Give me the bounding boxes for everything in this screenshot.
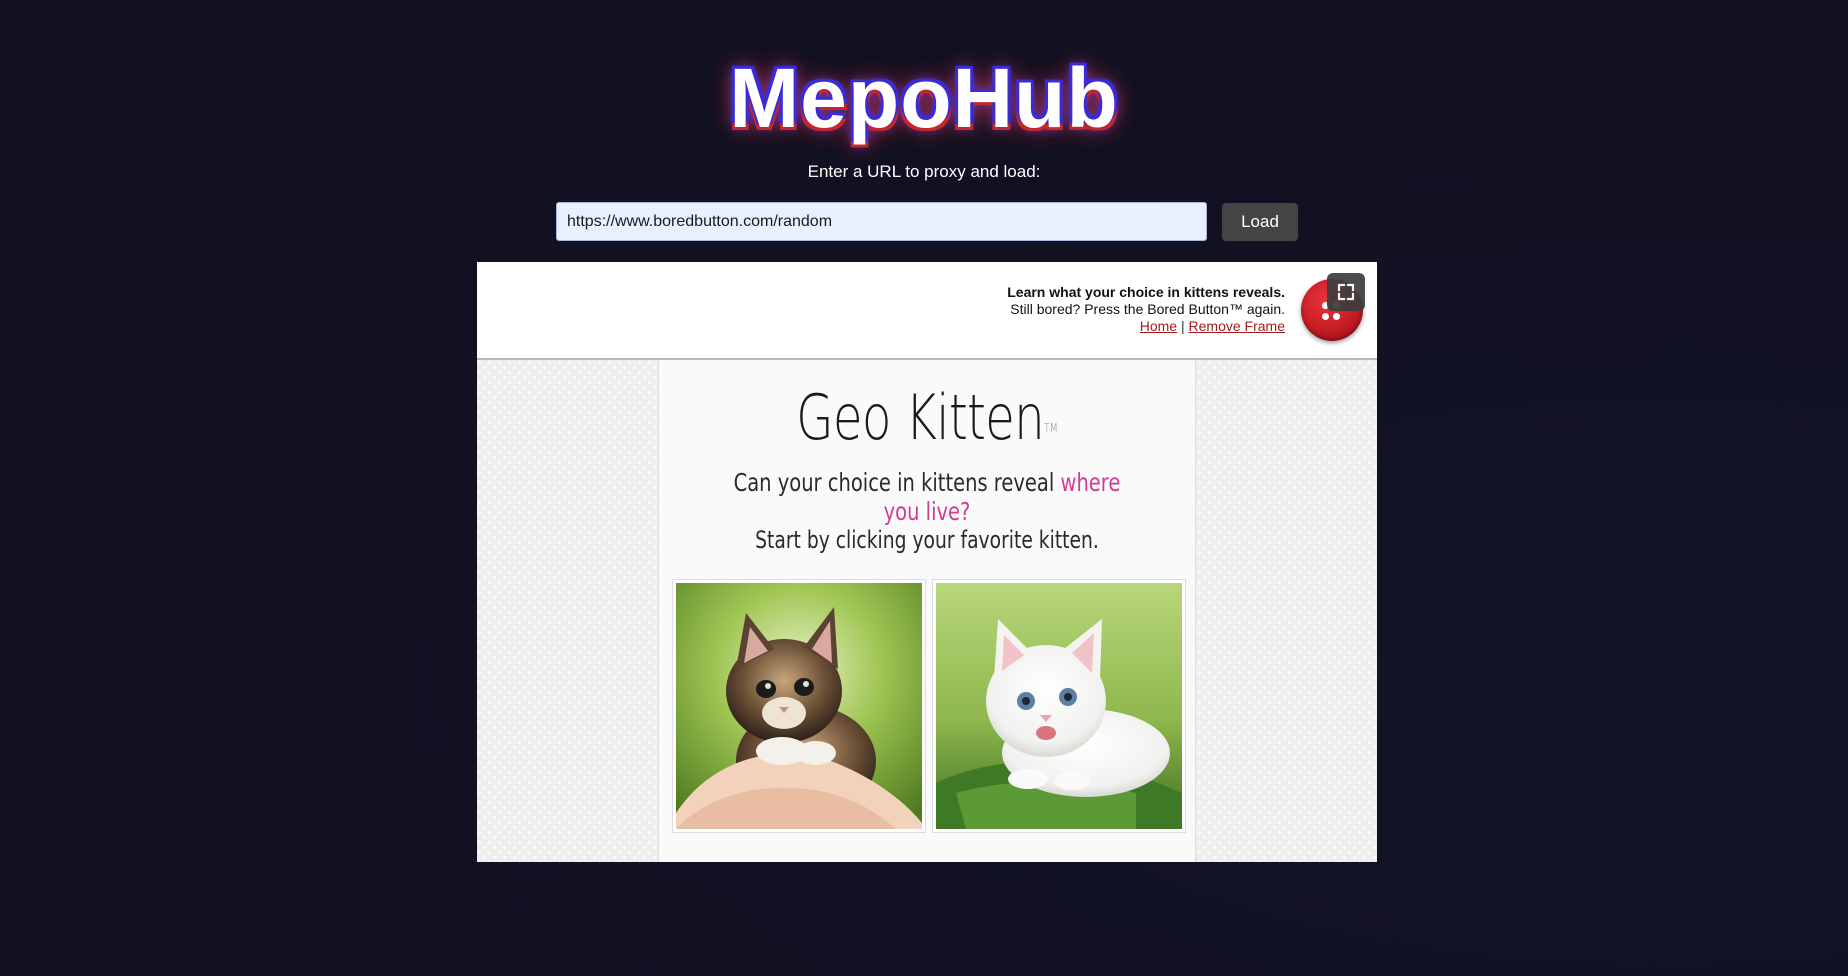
app-logo: MepoHub xyxy=(729,51,1119,145)
header-text: Learn what your choice in kittens reveal… xyxy=(1007,284,1285,335)
home-link[interactable]: Home xyxy=(1140,318,1177,334)
trademark: TM xyxy=(1044,421,1058,435)
button-hole xyxy=(1333,313,1340,320)
fullscreen-icon xyxy=(1337,283,1355,301)
white-kitten-image xyxy=(936,583,1182,829)
kitten-choice-2[interactable] xyxy=(932,579,1186,833)
header-title: Learn what your choice in kittens reveal… xyxy=(1007,284,1285,300)
link-separator: | xyxy=(1181,318,1185,334)
header-links: Home | Remove Frame xyxy=(1007,318,1285,335)
url-input[interactable] xyxy=(556,202,1207,241)
remove-frame-link[interactable]: Remove Frame xyxy=(1189,318,1285,334)
load-button[interactable]: Load xyxy=(1222,203,1298,241)
tabby-kitten-image xyxy=(676,583,922,829)
frame-body: Geo KittenTM Can your choice in kittens … xyxy=(477,360,1377,862)
proxy-frame: Learn what your choice in kittens reveal… xyxy=(477,262,1377,862)
tagline: Can your choice in kittens reveal where … xyxy=(718,468,1136,526)
frame-header: Learn what your choice in kittens reveal… xyxy=(477,262,1377,360)
geo-kitten-title: Geo KittenTM xyxy=(718,382,1136,454)
header-subtitle: Still bored? Press the Bored Button™ aga… xyxy=(1010,301,1285,317)
button-hole xyxy=(1322,313,1329,320)
page: MepoHub Enter a URL to proxy and load: L… xyxy=(0,0,1848,976)
tagline-text: Can your choice in kittens reveal xyxy=(733,468,1061,497)
fullscreen-button[interactable] xyxy=(1327,273,1365,311)
title-text: Geo Kitten xyxy=(796,381,1045,454)
instruction-text: Start by clicking your favorite kitten. xyxy=(755,526,1099,554)
kitten-choice-1[interactable] xyxy=(672,579,926,833)
url-prompt: Enter a URL to proxy and load: xyxy=(807,162,1041,181)
content-column: Geo KittenTM Can your choice in kittens … xyxy=(658,360,1196,862)
